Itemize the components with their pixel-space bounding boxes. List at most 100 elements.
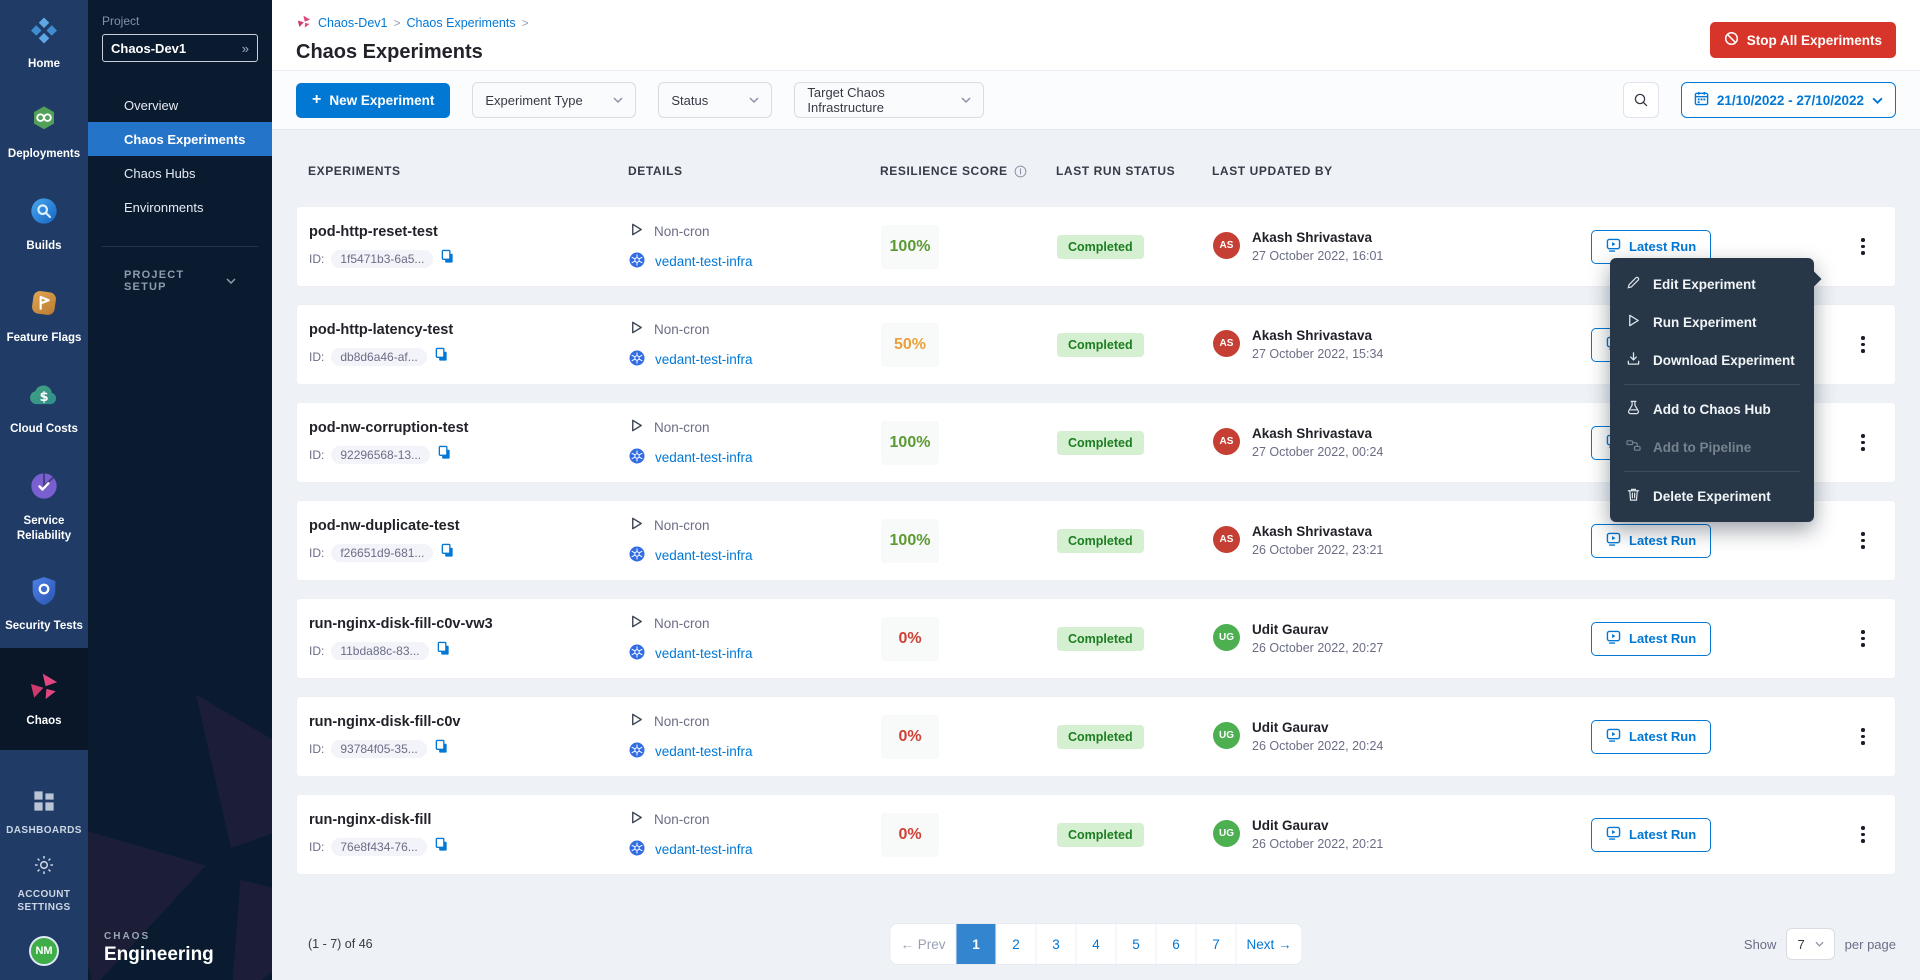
updated-date: 26 October 2022, 20:21 (1252, 837, 1383, 851)
menu-delete-experiment[interactable]: Delete Experiment (1610, 477, 1814, 515)
id-label: ID: (309, 546, 324, 560)
divider (1624, 384, 1800, 385)
experiment-name[interactable]: pod-nw-duplicate-test (309, 518, 629, 534)
info-icon[interactable] (1014, 165, 1027, 178)
rail-item-service-reliability[interactable]: Service Reliability (0, 454, 88, 560)
chaos-hub-icon (1626, 400, 1641, 418)
rail-item-deployments[interactable]: Deployments (0, 86, 88, 178)
experiment-row[interactable]: run-nginx-disk-fill-c0v ID: 93784f05-35.… (296, 696, 1896, 777)
rail-item-builds[interactable]: Builds (0, 178, 88, 270)
service-reliability-icon (28, 470, 60, 507)
date-range-picker[interactable]: 21/10/2022 - 27/10/2022 (1681, 82, 1896, 118)
row-menu-kebab-icon[interactable] (1851, 330, 1875, 360)
resilience-score: 0% (881, 813, 939, 857)
prev-page-button[interactable]: ← Prev (890, 924, 955, 964)
target-infrastructure-filter[interactable]: Target Chaos Infrastructure (794, 82, 984, 118)
sidebar-item-chaos-experiments[interactable]: Chaos Experiments (88, 122, 272, 156)
status-badge: Completed (1057, 725, 1144, 749)
menu-edit-experiment[interactable]: Edit Experiment (1610, 265, 1814, 303)
page-button-7[interactable]: 7 (1196, 924, 1236, 964)
page-button-1[interactable]: 1 (956, 924, 996, 964)
row-menu-kebab-icon[interactable] (1851, 624, 1875, 654)
avatar: UG (1213, 820, 1240, 847)
status-filter[interactable]: Status (658, 82, 772, 118)
resilience-score: 100% (881, 225, 939, 269)
experiment-name[interactable]: pod-nw-corruption-test (309, 420, 629, 436)
copy-icon[interactable] (440, 543, 455, 563)
page-size-select[interactable]: 7 (1786, 928, 1834, 960)
avatar: AS (1213, 232, 1240, 259)
row-menu-kebab-icon[interactable] (1851, 722, 1875, 752)
experiment-name[interactable]: pod-http-latency-test (309, 322, 629, 338)
rail-item-chaos[interactable]: Chaos (0, 648, 88, 750)
infrastructure-link[interactable]: vedant-test-infra (655, 744, 753, 759)
rail-item-dashboards[interactable]: DASHBOARDS (0, 780, 88, 846)
latest-run-button[interactable]: Latest Run (1591, 622, 1711, 656)
next-page-button[interactable]: Next → (1236, 924, 1302, 964)
menu-add-to-pipeline[interactable]: Add to Pipeline (1610, 428, 1814, 466)
menu-run-experiment[interactable]: Run Experiment (1610, 303, 1814, 341)
row-menu-kebab-icon[interactable] (1851, 820, 1875, 850)
rail-item-feature-flags[interactable]: Feature Flags (0, 270, 88, 362)
infrastructure-link[interactable]: vedant-test-infra (655, 548, 753, 563)
menu-add-to-chaos-hub[interactable]: Add to Chaos Hub (1610, 390, 1814, 428)
divider (1624, 471, 1800, 472)
page-header: Chaos-Dev1 > Chaos Experiments > Chaos E… (272, 0, 1920, 70)
avatar: AS (1213, 330, 1240, 357)
rail-item-profile[interactable]: NM (0, 922, 88, 980)
infrastructure-link[interactable]: vedant-test-infra (655, 352, 753, 367)
experiment-name[interactable]: pod-http-reset-test (309, 224, 629, 240)
experiment-type-filter[interactable]: Experiment Type (472, 82, 636, 118)
search-button[interactable] (1623, 82, 1659, 118)
cron-type: Non-cron (654, 420, 710, 435)
rail-item-home[interactable]: Home (0, 0, 88, 86)
copy-icon[interactable] (434, 739, 449, 759)
kubernetes-icon (629, 840, 645, 859)
page-button-6[interactable]: 6 (1156, 924, 1196, 964)
infrastructure-link[interactable]: vedant-test-infra (655, 646, 753, 661)
sidebar-item-environments[interactable]: Environments (88, 190, 272, 224)
copy-icon[interactable] (434, 837, 449, 857)
page-button-3[interactable]: 3 (1036, 924, 1076, 964)
breadcrumb-page-link[interactable]: Chaos Experiments (407, 16, 516, 30)
new-experiment-button[interactable]: + New Experiment (296, 83, 450, 118)
infrastructure-link[interactable]: vedant-test-infra (655, 254, 753, 269)
sidebar-item-overview[interactable]: Overview (88, 88, 272, 122)
experiment-name[interactable]: run-nginx-disk-fill (309, 812, 629, 828)
rail-item-cloud-costs[interactable]: $ Cloud Costs (0, 362, 88, 454)
copy-icon[interactable] (437, 445, 452, 465)
stop-all-experiments-button[interactable]: Stop All Experiments (1710, 22, 1896, 58)
copy-icon[interactable] (440, 249, 455, 269)
experiment-id: 11bda88c-83... (331, 642, 428, 660)
row-menu-kebab-icon[interactable] (1851, 232, 1875, 262)
latest-run-button[interactable]: Latest Run (1591, 524, 1711, 558)
status-badge: Completed (1057, 529, 1144, 553)
avatar: AS (1213, 428, 1240, 455)
latest-run-button[interactable]: Latest Run (1591, 818, 1711, 852)
project-setup-section[interactable]: PROJECT SETUP (124, 269, 236, 293)
experiment-row[interactable]: run-nginx-disk-fill ID: 76e8f434-76... N… (296, 794, 1896, 875)
run-report-icon (1606, 826, 1621, 843)
page-button-4[interactable]: 4 (1076, 924, 1116, 964)
menu-download-experiment[interactable]: Download Experiment (1610, 341, 1814, 379)
id-label: ID: (309, 252, 324, 266)
project-selector[interactable]: Chaos-Dev1 » (102, 34, 258, 62)
rail-item-account-settings[interactable]: ACCOUNT SETTINGS (0, 846, 88, 922)
copy-icon[interactable] (434, 347, 449, 367)
row-menu-kebab-icon[interactable] (1851, 526, 1875, 556)
infrastructure-link[interactable]: vedant-test-infra (655, 450, 753, 465)
infrastructure-link[interactable]: vedant-test-infra (655, 842, 753, 857)
experiment-name[interactable]: run-nginx-disk-fill-c0v-vw3 (309, 616, 629, 632)
breadcrumb-project-link[interactable]: Chaos-Dev1 (318, 16, 387, 30)
experiment-name[interactable]: run-nginx-disk-fill-c0v (309, 714, 629, 730)
copy-icon[interactable] (436, 641, 451, 661)
user-avatar[interactable]: NM (29, 936, 59, 966)
page-button-5[interactable]: 5 (1116, 924, 1156, 964)
sidebar-item-chaos-hubs[interactable]: Chaos Hubs (88, 156, 272, 190)
updated-by-name: Akash Shrivastava (1252, 328, 1383, 343)
row-menu-kebab-icon[interactable] (1851, 428, 1875, 458)
rail-item-security-tests[interactable]: Security Tests (0, 560, 88, 648)
latest-run-button[interactable]: Latest Run (1591, 720, 1711, 754)
page-button-2[interactable]: 2 (996, 924, 1036, 964)
experiment-row[interactable]: run-nginx-disk-fill-c0v-vw3 ID: 11bda88c… (296, 598, 1896, 679)
